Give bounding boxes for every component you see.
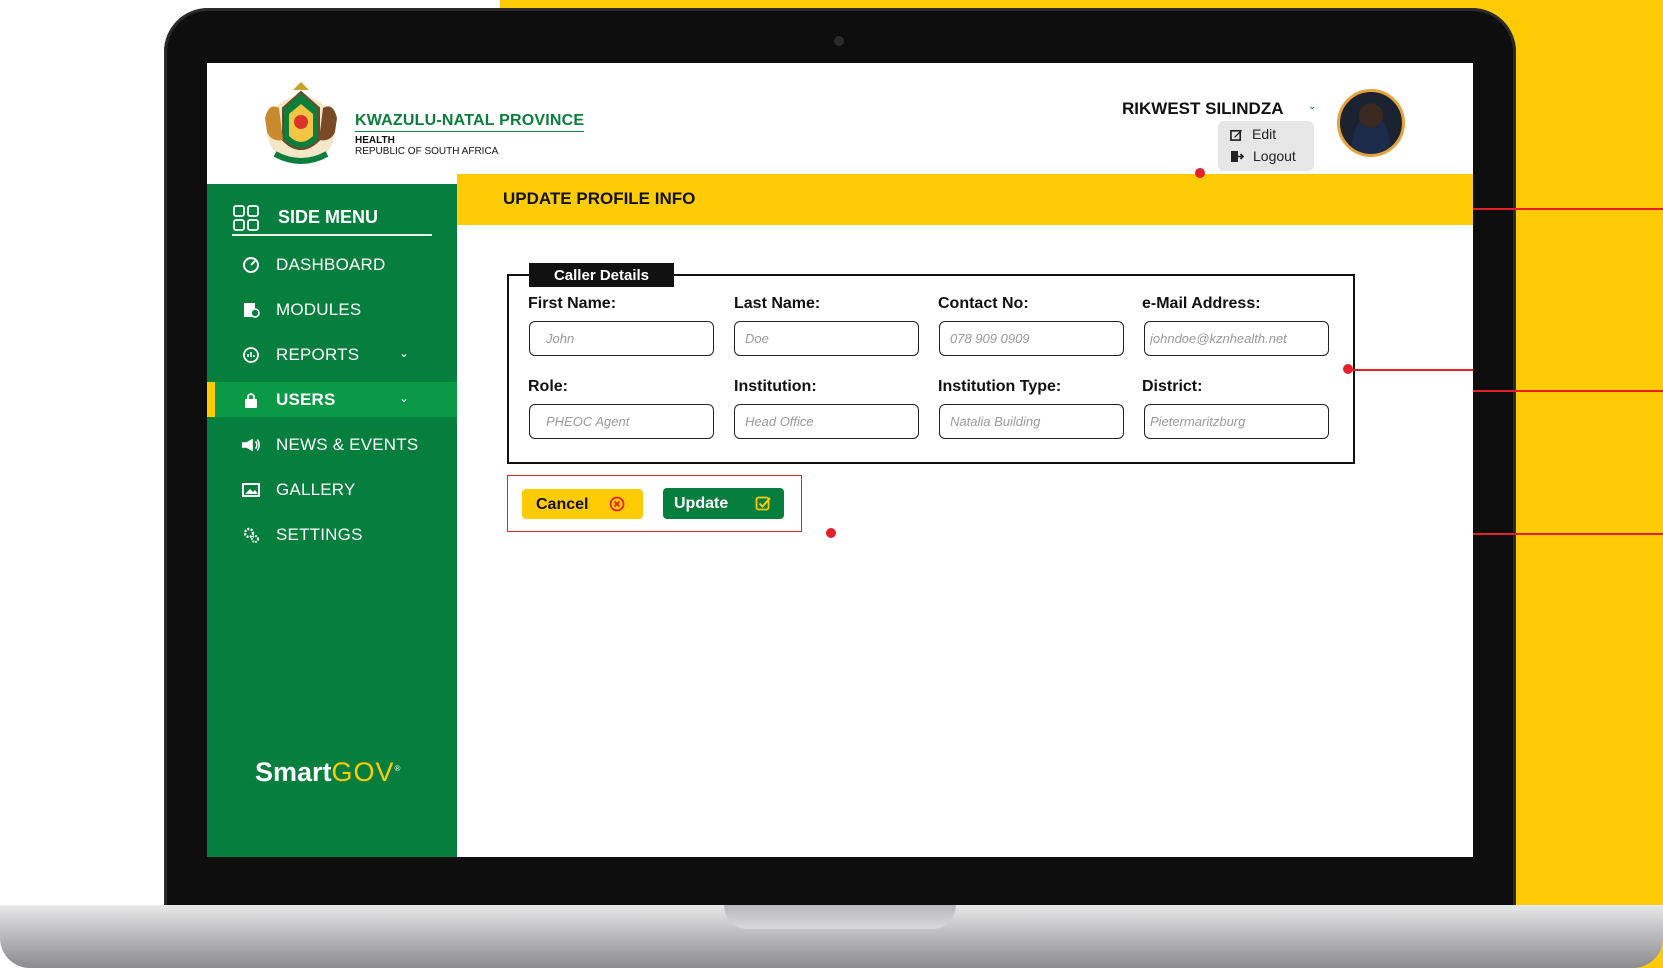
institution-type-label: Institution Type:	[938, 378, 1062, 395]
presentation-stage: KWAZULU-NATAL PROVINCE HEALTH REPUBLIC O…	[0, 0, 1663, 968]
first-name-label: First Name:	[528, 295, 617, 312]
smartgov-brand: SmartGOV®	[255, 757, 401, 787]
modules-icon	[241, 300, 261, 320]
province-name: KWAZULU-NATAL PROVINCE	[355, 112, 585, 132]
reports-icon	[241, 345, 261, 365]
callout-dot-buttons	[826, 528, 836, 538]
active-indicator	[207, 382, 215, 417]
app-header: KWAZULU-NATAL PROVINCE HEALTH REPUBLIC O…	[207, 63, 1473, 184]
grid-icon	[233, 204, 259, 231]
gauge-icon	[241, 255, 261, 275]
email-field[interactable]	[1144, 321, 1329, 356]
chevron-down-icon: ⌄	[399, 391, 410, 405]
gallery-icon	[241, 480, 261, 500]
sidebar-item-modules[interactable]: MODULES	[207, 292, 457, 327]
sidebar-item-reports[interactable]: REPORTS ⌄	[207, 337, 457, 372]
callout-dot-form	[1343, 364, 1353, 374]
contact-no-field[interactable]	[939, 321, 1124, 356]
sidebar-item-label: NEWS & EVENTS	[276, 435, 419, 454]
callout-dot-logout	[1195, 168, 1205, 178]
users-icon	[241, 390, 261, 410]
sidebar-item-dashboard[interactable]: DASHBOARD	[207, 247, 457, 282]
user-avatar[interactable]	[1337, 89, 1405, 157]
page-title: UPDATE PROFILE INFO	[503, 189, 696, 208]
institution-field[interactable]	[734, 404, 919, 439]
sidebar-item-label: DASHBOARD	[276, 255, 386, 274]
sidebar-item-users[interactable]: USERS ⌄	[207, 382, 457, 417]
sidebar-item-label: USERS	[276, 390, 336, 409]
chevron-down-icon[interactable]: ⌄	[1308, 101, 1316, 112]
district-label: District:	[1142, 378, 1203, 395]
edit-profile-menu-item[interactable]: Edit	[1230, 125, 1276, 143]
webcam	[834, 36, 844, 46]
update-button[interactable]: Update	[663, 488, 784, 519]
app-screen: KWAZULU-NATAL PROVINCE HEALTH REPUBLIC O…	[207, 63, 1473, 857]
email-address-label: e-Mail Address:	[1142, 295, 1261, 312]
edit-icon	[1230, 129, 1243, 141]
logout-icon	[1231, 150, 1244, 162]
checkbox-icon	[755, 496, 771, 511]
district-field[interactable]	[1144, 404, 1329, 439]
sidebar-item-news-events[interactable]: NEWS & EVENTS	[207, 427, 457, 462]
institution-type-field[interactable]	[939, 404, 1124, 439]
brand-bold: Smart	[255, 757, 332, 787]
coat-of-arms-logo	[265, 82, 337, 164]
user-name-dropdown[interactable]: RIKWEST SILINDZA	[1122, 99, 1284, 119]
last-name-field[interactable]	[734, 321, 919, 356]
sidebar-item-label: GALLERY	[276, 480, 356, 499]
side-menu: SIDE MENU DASHBOARD MODULES REPORTS ⌄ US…	[207, 184, 457, 857]
sidebar-item-settings[interactable]: SETTINGS	[207, 517, 457, 552]
side-menu-title: SIDE MENU	[278, 207, 379, 227]
sidebar-item-label: MODULES	[276, 300, 362, 319]
sidebar-item-label: SETTINGS	[276, 525, 363, 544]
role-field[interactable]	[529, 404, 714, 439]
last-name-label: Last Name:	[734, 295, 821, 312]
country-name: REPUBLIC OF SOUTH AFRICA	[355, 146, 499, 157]
side-menu-header: SIDE MENU	[232, 201, 432, 236]
update-label: Update	[674, 495, 729, 512]
logout-menu-item[interactable]: Logout	[1230, 147, 1296, 165]
department-name: HEALTH	[355, 135, 395, 146]
edit-label: Edit	[1252, 126, 1277, 142]
chevron-down-icon: ⌄	[399, 346, 410, 360]
cancel-button[interactable]: Cancel	[522, 489, 643, 519]
settings-icon	[241, 525, 261, 545]
user-dropdown-menu: Edit Logout	[1218, 121, 1314, 171]
callout-line-form-inner	[1348, 369, 1473, 371]
page-title-bar: UPDATE PROFILE INFO	[457, 174, 1473, 225]
role-label: Role:	[528, 378, 568, 395]
cancel-label: Cancel	[536, 496, 589, 513]
institution-label: Institution:	[734, 378, 817, 395]
brand-light: GOV	[331, 757, 395, 787]
first-name-field[interactable]	[529, 321, 714, 356]
caller-details-legend: Caller Details	[529, 263, 674, 287]
laptop-notch	[724, 905, 956, 929]
contact-no-label: Contact No:	[938, 295, 1029, 312]
close-circle-icon	[609, 496, 625, 512]
sidebar-item-label: REPORTS	[276, 345, 360, 364]
megaphone-icon	[241, 435, 261, 455]
sidebar-item-gallery[interactable]: GALLERY	[207, 472, 457, 507]
logout-label: Logout	[1253, 148, 1296, 164]
